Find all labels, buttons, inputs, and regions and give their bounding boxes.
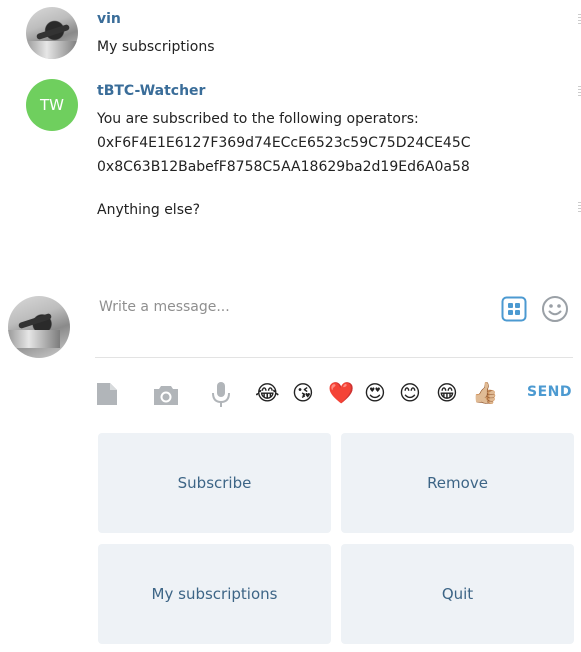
sender-name-vin[interactable]: vin (97, 11, 121, 27)
bot-keyboard-icon[interactable] (501, 296, 527, 322)
camera-icon[interactable] (152, 383, 180, 411)
keyboard-button-subscribe[interactable]: Subscribe (98, 433, 331, 533)
microphone-icon[interactable] (209, 381, 233, 413)
file-icon[interactable] (95, 381, 119, 411)
keyboard-button-my-subscriptions[interactable]: My subscriptions (98, 544, 331, 644)
compose-divider (95, 357, 573, 358)
avatar-current-user (8, 296, 70, 358)
avatar-tbtc-watcher[interactable]: TW (26, 79, 78, 131)
send-button[interactable]: SEND (527, 384, 572, 400)
message-text: My subscriptions (97, 39, 215, 55)
message-text: You are subscribed to the following oper… (97, 111, 419, 127)
sender-name-tbtc-watcher[interactable]: tBTC-Watcher (97, 83, 205, 99)
emoji-kiss[interactable]: 😘 (292, 380, 314, 406)
keyboard-button-quit[interactable]: Quit (341, 544, 574, 644)
avatar-vin[interactable] (26, 7, 78, 59)
message-input[interactable] (97, 292, 491, 322)
emoji-picker-icon[interactable] (541, 295, 569, 323)
emoji-joy[interactable]: 😂 (255, 380, 280, 406)
emoji-blush[interactable]: 😊 (399, 380, 421, 406)
keyboard-button-remove[interactable]: Remove (341, 433, 574, 533)
emoji-heart-eyes[interactable]: 😍 (364, 380, 386, 406)
emoji-thumbs-up[interactable]: 👍🏼 (472, 380, 498, 406)
operator-address: 0xF6F4E1E6127F369d74ECcE6523c59C75D24CE4… (97, 135, 471, 151)
operator-address: 0x8C63B12BabefF8758C5AA18629ba2d19Ed6A0a… (97, 159, 470, 175)
emoji-grin[interactable]: 😁 (436, 380, 458, 406)
message-text: Anything else? (97, 202, 201, 218)
emoji-heart[interactable]: ❤️ (328, 380, 354, 406)
